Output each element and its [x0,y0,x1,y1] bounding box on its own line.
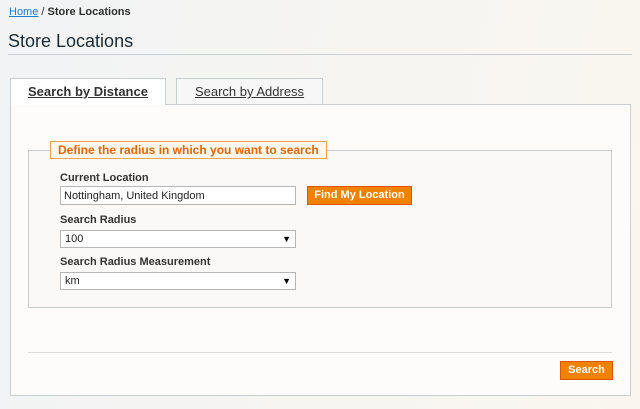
find-my-location-button[interactable]: Find My Location [307,186,412,205]
breadcrumb-separator: / [38,6,48,18]
current-location-label: Current Location [60,172,149,184]
radius-measurement-select[interactable]: km ▼ [60,272,296,290]
triangle-down-icon: ▼ [282,276,291,286]
search-radius-value: 100 [65,233,84,245]
search-button[interactable]: Search [560,361,613,380]
search-radius-label: Search Radius [60,214,137,226]
tab-search-by-distance[interactable]: Search by Distance [10,78,166,105]
radius-fieldset: Define the radius in which you want to s… [28,141,612,308]
breadcrumb-home-link[interactable]: Home [9,6,38,18]
breadcrumb: Home / Store Locations [9,6,131,18]
tab-search-by-address[interactable]: Search by Address [176,78,323,104]
triangle-down-icon: ▼ [282,234,291,244]
current-location-input[interactable] [60,186,296,205]
actions-divider [28,352,612,353]
radius-measurement-value: km [65,275,80,287]
search-panel: Define the radius in which you want to s… [10,104,631,396]
radius-measurement-label: Search Radius Measurement [60,256,211,268]
title-divider [8,54,632,55]
page-title: Store Locations [8,31,134,51]
search-radius-select[interactable]: 100 ▼ [60,230,296,248]
fieldset-legend: Define the radius in which you want to s… [50,141,327,159]
breadcrumb-current: Store Locations [47,6,131,18]
